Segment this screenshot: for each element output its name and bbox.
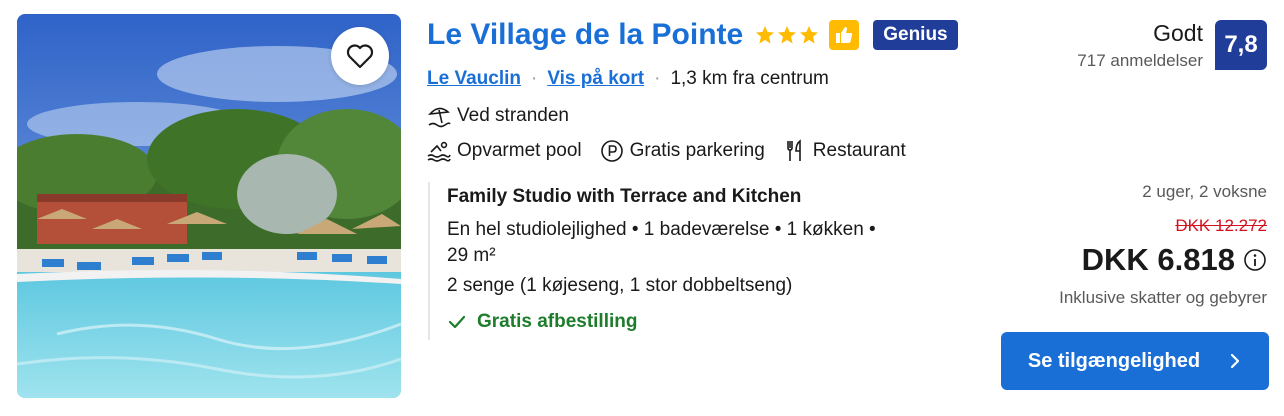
room-unit-details: En hel studiolejlighed • 1 badeværelse •… (447, 217, 927, 269)
room-beds: 2 senge (1 køjeseng, 1 stor dobbeltseng) (447, 275, 793, 296)
chevron-right-icon (1231, 353, 1240, 369)
distance-text: 1,3 km fra centrum (670, 68, 829, 89)
see-availability-label: Se tilgængelighed (1027, 349, 1201, 372)
review-text: Godt 717 anmeldelser (1077, 20, 1203, 71)
parking-icon (600, 139, 624, 163)
room-details-line1: En hel studiolejlighed • 1 badeværelse •… (447, 219, 876, 240)
amenity-restaurant-label: Restaurant (812, 140, 906, 161)
heart-icon (346, 44, 374, 69)
star-rating (755, 25, 819, 45)
location-link[interactable]: Le Vauclin (427, 68, 521, 90)
original-price: DKK 12.272 (1175, 216, 1267, 235)
show-on-map-link[interactable]: Vis på kort (547, 68, 644, 90)
taxes-note: Inklusive skatter og gebyrer (1059, 288, 1267, 307)
amenity-beach: Ved stranden (427, 104, 569, 128)
hotel-name[interactable]: Le Village de la Pointe (427, 18, 743, 52)
room-details-line2: 29 m² (447, 245, 496, 266)
rating-word: Godt (1153, 20, 1203, 46)
amenity-beach-label: Ved stranden (457, 105, 569, 126)
genius-badge[interactable]: Genius (873, 20, 958, 50)
checkmark-icon (448, 315, 466, 329)
star-icon (800, 26, 819, 44)
room-details: Family Studio with Terrace and Kitchen E… (428, 182, 927, 340)
restaurant-icon (783, 139, 807, 163)
review-count: 717 anmeldelser (1077, 51, 1203, 70)
current-price: DKK 6.818 (1081, 242, 1235, 277)
separator-dot: · (654, 68, 661, 89)
stay-guests: 2 uger, 2 voksne (1142, 182, 1267, 201)
title-row: Le Village de la Pointe Genius (427, 18, 958, 52)
room-title: Family Studio with Terrace and Kitchen (447, 186, 802, 207)
star-icon (756, 26, 775, 44)
score-badge: 7,8 (1215, 20, 1267, 70)
see-availability-button[interactable]: Se tilgængelighed (1001, 332, 1269, 390)
price-row: DKK 6.818 (1059, 242, 1267, 278)
location-row: Le Vauclin · Vis på kort · 1,3 km fra ce… (427, 68, 829, 90)
review-score[interactable]: Godt 717 anmeldelser 7,8 (1077, 20, 1267, 71)
amenity-parking-label: Gratis parkering (629, 140, 765, 161)
separator-dot: · (530, 68, 538, 89)
thumbs-up-icon[interactable] (829, 20, 860, 50)
pool-icon (427, 139, 451, 163)
star-icon (778, 26, 797, 44)
property-card: Le Village de la Pointe Genius Le Vaucli… (0, 0, 1284, 416)
price-block: 2 uger, 2 voksne DKK 12.272 DKK 6.818 In… (1059, 182, 1267, 308)
favorite-button[interactable] (331, 27, 389, 85)
free-cancellation: Gratis afbestilling (447, 311, 927, 333)
amenity-pool-label: Opvarmet pool (457, 140, 582, 161)
amenity-list: Opvarmet pool Gratis parkering Restauran… (427, 139, 906, 163)
info-icon[interactable] (1243, 248, 1267, 272)
free-cancellation-label: Gratis afbestilling (477, 311, 638, 332)
beach-umbrella-icon (427, 104, 451, 128)
